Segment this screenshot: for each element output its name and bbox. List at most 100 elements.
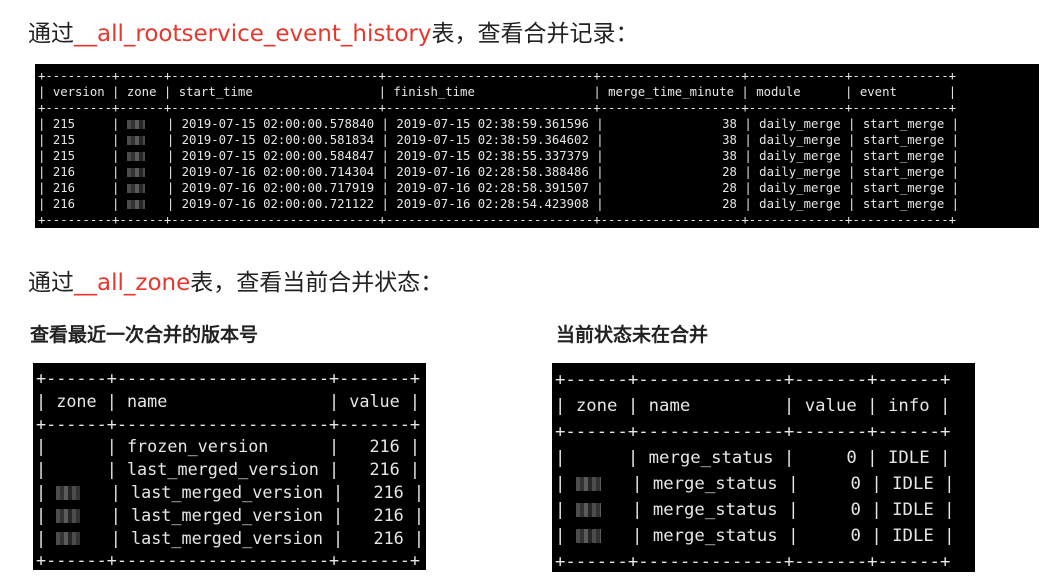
event-history-table: +---------+------+----------------------… bbox=[38, 68, 959, 228]
table-cell: 2019-07-15 02:00:00.584847 bbox=[181, 149, 375, 163]
table-cell: 2019-07-15 02:38:55.337379 bbox=[396, 149, 589, 163]
table-cell: 2019-07-15 02:38:59.361596 bbox=[396, 117, 589, 131]
column-header-zone: zone bbox=[126, 85, 157, 99]
redacted-zone bbox=[126, 151, 145, 162]
table-cell: start_merge bbox=[862, 197, 945, 211]
table-border: +------+---------------------+-------+ bbox=[36, 368, 420, 388]
table-name-highlight: __all_zone bbox=[74, 270, 191, 296]
redacted-zone bbox=[575, 503, 601, 517]
column-header-zone: zone bbox=[56, 390, 97, 411]
column-header-merge-time-minute: merge_time_minute bbox=[608, 85, 734, 99]
table-cell: 28 bbox=[611, 197, 737, 211]
table-cell: daily_merge bbox=[759, 197, 841, 211]
table-cell: 2019-07-16 02:28:58.388486 bbox=[396, 165, 589, 179]
redacted-zone bbox=[56, 509, 81, 523]
table-cell: last_merged_version bbox=[130, 504, 323, 525]
table-cell: start_merge bbox=[862, 149, 945, 163]
status-table: +------+--------------+-------+------+ |… bbox=[555, 367, 955, 572]
table-cell: merge_status bbox=[648, 448, 774, 468]
table-row: | 216 | | 2019-07-16 02:00:00.714304 | 2… bbox=[38, 165, 960, 179]
table-cell: 2019-07-16 02:00:00.714304 bbox=[181, 165, 375, 179]
table-cell: 216 bbox=[353, 481, 404, 502]
table-cell: 2019-07-16 02:00:00.721122 bbox=[181, 197, 375, 211]
table-cell: start_merge bbox=[862, 181, 945, 195]
column-header-info: info bbox=[887, 396, 930, 416]
table-cell: daily_merge bbox=[759, 165, 841, 179]
table-cell: 2019-07-16 02:00:00.717919 bbox=[181, 181, 375, 195]
table-cell: 215 bbox=[52, 133, 105, 147]
table-cell: 0 bbox=[804, 448, 857, 468]
table-cell: start_merge bbox=[862, 117, 945, 131]
table-cell: merge_status bbox=[652, 474, 778, 494]
column-header-value: value bbox=[804, 396, 857, 416]
table-cell: 2019-07-15 02:00:00.581834 bbox=[181, 133, 375, 147]
table-cell: 2019-07-16 02:28:58.391507 bbox=[396, 181, 589, 195]
subheading-merge-status: 当前状态未在合并 bbox=[556, 324, 709, 346]
terminal-status: +------+--------------+-------+------+ |… bbox=[552, 363, 975, 572]
column-header-module: module bbox=[756, 85, 838, 99]
table-cell: 216 bbox=[52, 197, 105, 211]
heading-prefix: 通过 bbox=[28, 21, 74, 47]
table-row: | 215 | | 2019-07-15 02:00:00.584847 | 2… bbox=[38, 149, 960, 163]
table-cell bbox=[576, 448, 618, 468]
redacted-zone bbox=[126, 199, 145, 210]
table-cell: daily_merge bbox=[759, 117, 841, 131]
heading-zone: 通过__all_zone表，查看当前合并状态： bbox=[28, 263, 443, 297]
table-border: +------+--------------+-------+------+ bbox=[555, 422, 951, 442]
table-cell: merge_status bbox=[652, 500, 778, 520]
table-cell: 216 bbox=[349, 459, 400, 480]
table-row: | | merge_status | 0 | IDLE | bbox=[555, 474, 955, 494]
redacted-zone bbox=[126, 135, 145, 146]
table-cell: 215 bbox=[52, 149, 105, 163]
table-cell: start_merge bbox=[862, 133, 945, 147]
table-cell: 216 bbox=[349, 436, 400, 457]
table-cell: 0 bbox=[808, 526, 861, 546]
table-row: | 215 | | 2019-07-15 02:00:00.581834 | 2… bbox=[38, 133, 960, 147]
table-cell: 28 bbox=[611, 181, 737, 195]
terminal-version: +------+---------------------+-------+ |… bbox=[33, 363, 426, 570]
table-row: | 215 | | 2019-07-15 02:00:00.578840 | 2… bbox=[38, 117, 960, 131]
table-cell: 0 bbox=[808, 474, 861, 494]
table-cell: IDLE bbox=[892, 474, 934, 494]
table-cell: 38 bbox=[611, 133, 737, 147]
redacted-zone bbox=[126, 119, 145, 130]
redacted-zone bbox=[126, 183, 145, 194]
table-border: +---------+------+----------------------… bbox=[38, 101, 957, 115]
table-row: | | merge_status | 0 | IDLE | bbox=[555, 526, 955, 546]
table-cell: daily_merge bbox=[759, 149, 841, 163]
table-cell: IDLE bbox=[887, 448, 930, 468]
table-row: | | last_merged_version | 216 | bbox=[36, 504, 425, 525]
column-header-value: value bbox=[349, 390, 400, 411]
table-border: +---------+------+----------------------… bbox=[38, 69, 957, 83]
table-row: | 216 | | 2019-07-16 02:00:00.717919 | 2… bbox=[38, 181, 960, 195]
table-cell: 2019-07-15 02:00:00.578840 bbox=[181, 117, 375, 131]
table-cell: last_merged_version bbox=[130, 527, 323, 548]
table-border: +------+--------------+-------+------+ bbox=[555, 370, 951, 390]
version-table: +------+---------------------+-------+ |… bbox=[36, 367, 424, 570]
table-cell: 2019-07-16 02:28:54.423908 bbox=[396, 197, 589, 211]
table-cell: 216 bbox=[52, 165, 105, 179]
table-row: | | last_merged_version | 216 | bbox=[36, 459, 420, 480]
redacted-zone bbox=[56, 531, 81, 546]
table-cell: start_merge bbox=[862, 165, 945, 179]
table-border: +---------+------+----------------------… bbox=[38, 213, 957, 227]
table-cell: 216 bbox=[353, 504, 404, 525]
table-cell: daily_merge bbox=[759, 181, 841, 195]
redacted-zone bbox=[56, 486, 81, 500]
table-cell: 2019-07-15 02:38:59.364602 bbox=[396, 133, 589, 147]
heading-suffix: 表，查看当前合并状态： bbox=[190, 270, 444, 296]
redacted-zone bbox=[575, 477, 601, 491]
table-header-row: | version | zone | start_time | finish_t… bbox=[38, 85, 957, 99]
table-row: | | frozen_version | 216 | bbox=[36, 436, 420, 457]
heading-suffix: 表，查看合并记录： bbox=[431, 21, 639, 47]
table-cell: 0 bbox=[808, 500, 861, 520]
table-cell: 38 bbox=[611, 117, 737, 131]
table-cell: IDLE bbox=[892, 500, 934, 520]
column-header-name: name bbox=[648, 396, 774, 416]
table-cell bbox=[56, 459, 96, 479]
table-cell: 38 bbox=[611, 149, 737, 163]
table-cell: last_merged_version bbox=[130, 481, 323, 502]
table-cell: last_merged_version bbox=[126, 459, 319, 480]
column-header-name: name bbox=[126, 390, 319, 411]
table-cell: merge_status bbox=[652, 526, 778, 546]
